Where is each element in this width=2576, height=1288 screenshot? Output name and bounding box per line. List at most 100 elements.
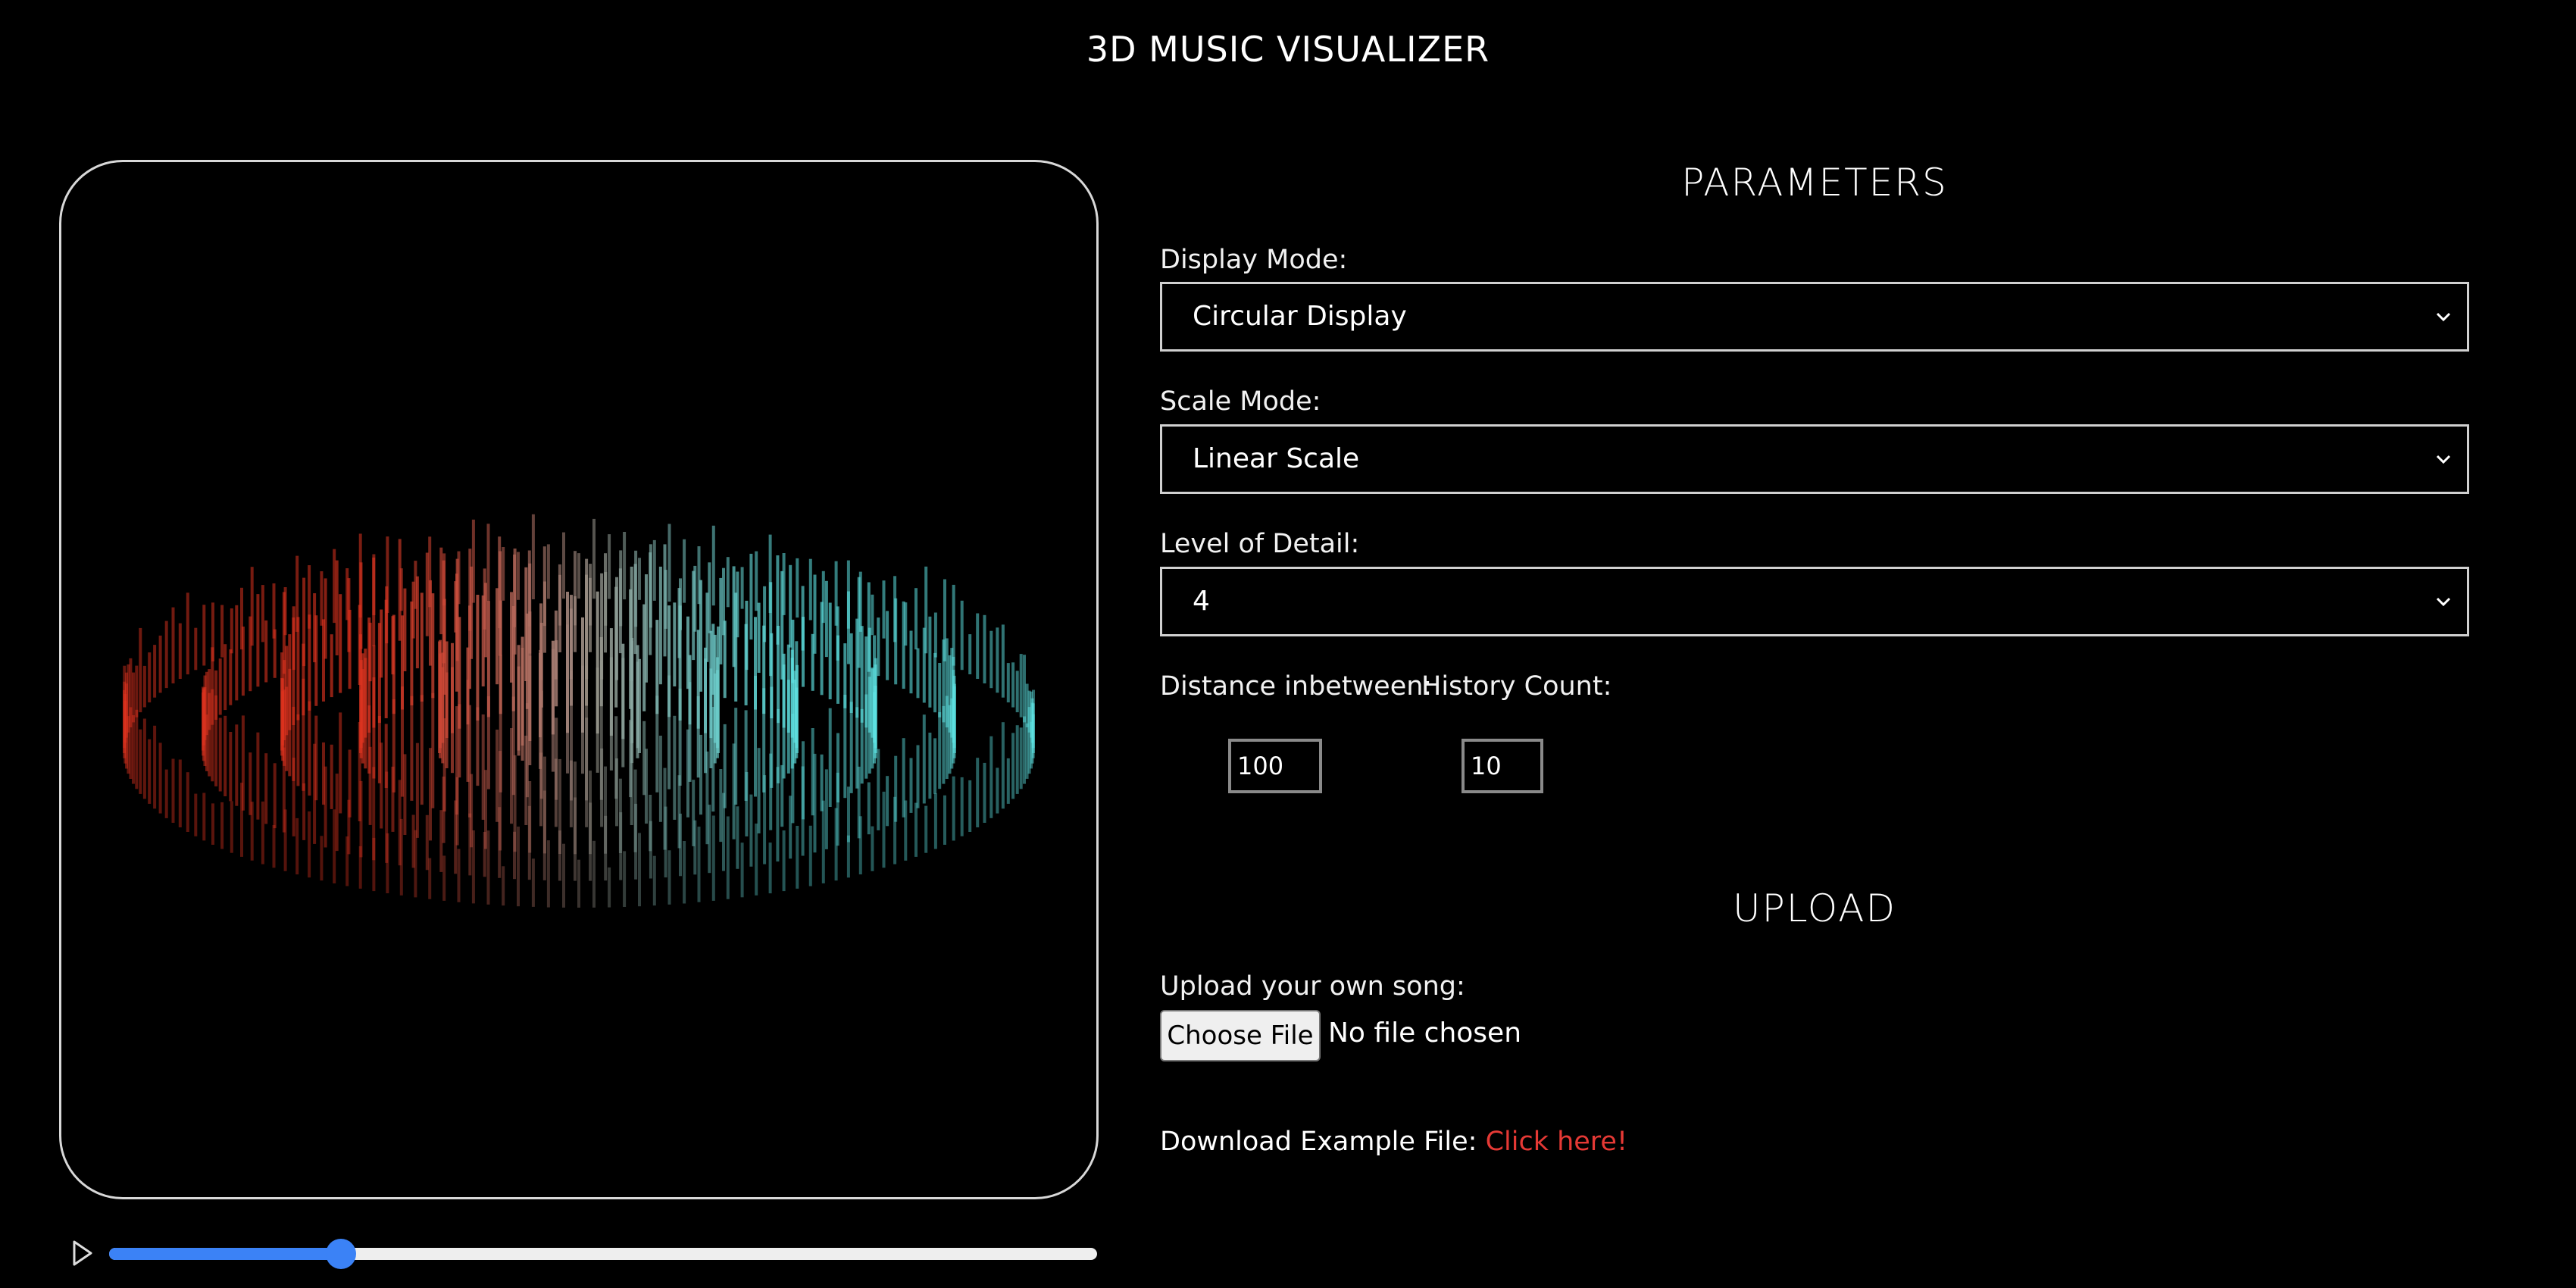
distance-input[interactable] bbox=[1228, 739, 1322, 793]
viz-bar bbox=[968, 780, 972, 832]
viz-bar bbox=[933, 738, 937, 794]
viz-bar bbox=[664, 806, 667, 878]
viz-bar bbox=[609, 657, 613, 771]
viz-bar bbox=[415, 576, 419, 669]
viz-bar bbox=[796, 558, 799, 618]
viz-bar bbox=[996, 627, 999, 693]
viz-bar bbox=[619, 812, 623, 880]
viz-bar bbox=[359, 780, 363, 858]
viz-bar bbox=[148, 652, 152, 703]
seek-slider[interactable] bbox=[109, 1239, 1097, 1269]
viz-bar bbox=[555, 640, 558, 707]
display-mode-select[interactable]: Circular Display bbox=[1160, 282, 2469, 352]
viz-bar bbox=[380, 742, 383, 829]
viz-bar bbox=[457, 849, 461, 902]
viz-bar bbox=[623, 532, 627, 600]
viz-bar bbox=[652, 855, 656, 906]
viz-bar bbox=[202, 792, 206, 841]
viz-bar bbox=[142, 718, 146, 799]
viz-bar bbox=[828, 708, 832, 807]
history-count-input[interactable] bbox=[1462, 739, 1543, 793]
viz-bar bbox=[539, 752, 542, 827]
viz-bar bbox=[148, 739, 152, 804]
viz-bar bbox=[592, 518, 596, 599]
seek-progress bbox=[109, 1248, 342, 1260]
viz-bar bbox=[904, 800, 908, 861]
viz-bar bbox=[132, 672, 135, 723]
viz-bar bbox=[558, 830, 561, 881]
viz-bar bbox=[486, 524, 490, 602]
viz-bar bbox=[708, 805, 711, 874]
viz-bar bbox=[158, 635, 162, 693]
play-button[interactable] bbox=[67, 1238, 97, 1268]
viz-bar bbox=[399, 818, 403, 896]
viz-bar bbox=[1023, 716, 1026, 784]
viz-bar bbox=[667, 524, 671, 602]
viz-bar bbox=[608, 534, 611, 599]
viz-bar bbox=[377, 623, 381, 724]
viz-bar bbox=[1025, 723, 1029, 779]
viz-bar bbox=[922, 627, 926, 703]
visualizer-scene bbox=[123, 514, 1035, 908]
viz-bar bbox=[249, 616, 252, 692]
viz-bar bbox=[220, 802, 224, 849]
viz-bar bbox=[732, 743, 736, 839]
viz-bar bbox=[989, 736, 993, 818]
viz-bar bbox=[983, 762, 986, 823]
viz-bar bbox=[983, 614, 986, 683]
viz-bar bbox=[410, 601, 414, 705]
viz-bar bbox=[392, 614, 395, 714]
viz-bar bbox=[348, 609, 352, 689]
viz-bar bbox=[711, 707, 715, 812]
parameters-heading: PARAMETERS bbox=[1681, 161, 1948, 205]
viz-bar bbox=[486, 696, 490, 789]
level-of-detail-label: Level of Detail: bbox=[1160, 529, 1360, 559]
viz-bar bbox=[1001, 722, 1005, 809]
viz-bar bbox=[235, 605, 239, 701]
viz-bar bbox=[860, 708, 864, 784]
viz-bar bbox=[630, 721, 633, 825]
viz-bar bbox=[241, 627, 245, 696]
viz-bar bbox=[914, 588, 918, 650]
viz-bar bbox=[471, 830, 475, 904]
viz-bar bbox=[153, 725, 157, 809]
viz-bar bbox=[214, 695, 218, 786]
viz-bar bbox=[283, 809, 287, 871]
viz-bar bbox=[581, 665, 584, 774]
viz-bar bbox=[521, 648, 524, 761]
viz-bar bbox=[384, 599, 388, 718]
viz-bar bbox=[960, 600, 964, 671]
viz-bar bbox=[153, 645, 157, 698]
viz-bar bbox=[924, 805, 928, 853]
viz-bar bbox=[638, 833, 641, 907]
viz-bar bbox=[828, 602, 832, 699]
seek-thumb[interactable] bbox=[326, 1239, 357, 1269]
visualizer-canvas[interactable] bbox=[59, 160, 1099, 1199]
download-row: Download Example File: Click here! bbox=[1160, 1127, 1627, 1157]
upload-heading: UPLOAD bbox=[1732, 886, 1896, 930]
viz-bar bbox=[139, 627, 142, 713]
scale-mode-select[interactable]: Linear Scale bbox=[1160, 424, 2469, 494]
viz-bar bbox=[415, 742, 419, 838]
viz-bar bbox=[527, 805, 531, 880]
viz-bar bbox=[754, 676, 757, 797]
viz-bar bbox=[224, 644, 227, 711]
viz-bar bbox=[909, 758, 913, 813]
viz-bar bbox=[468, 813, 472, 876]
download-link[interactable]: Click here! bbox=[1486, 1127, 1627, 1157]
viz-bar bbox=[577, 553, 580, 599]
viz-bar bbox=[649, 552, 652, 655]
viz-bar bbox=[386, 833, 389, 893]
viz-bar bbox=[871, 594, 874, 636]
viz-bar bbox=[589, 802, 592, 881]
viz-bar bbox=[638, 558, 641, 600]
viz-bar bbox=[808, 825, 812, 886]
viz-bar bbox=[372, 677, 376, 779]
viz-bar bbox=[867, 782, 871, 835]
level-of-detail-select[interactable]: 4 bbox=[1160, 567, 2469, 636]
choose-file-button[interactable]: Choose File bbox=[1160, 1010, 1321, 1061]
viz-bar bbox=[531, 514, 535, 599]
viz-bar bbox=[782, 830, 786, 892]
scale-mode-label: Scale Mode: bbox=[1160, 386, 1321, 417]
viz-bar bbox=[261, 801, 264, 864]
